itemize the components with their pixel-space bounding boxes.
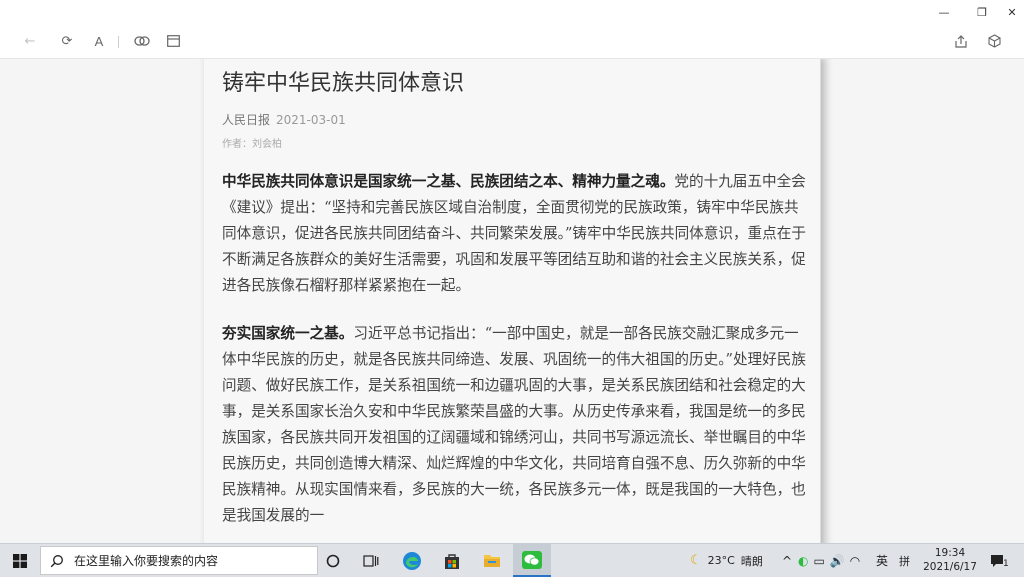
ime-mode[interactable]: 拼 <box>899 544 910 577</box>
folder-icon <box>484 555 500 567</box>
clock-time: 19:34 <box>934 547 966 559</box>
share-icon-glyph <box>955 34 967 48</box>
article-title: 铸牢中华民族共同体意识 <box>222 71 465 96</box>
store-bag-icon <box>445 553 459 569</box>
article-page: 铸牢中华民族共同体意识 人民日报 2021-03-01 作者：刘会柏 中华民族共同… <box>204 59 821 543</box>
restore-button[interactable]: ❐ <box>966 0 998 24</box>
edge-browser-icon[interactable] <box>393 544 431 577</box>
title-bar: — ❐ ✕ <box>0 0 1024 24</box>
article-date: 2021-03-01 <box>276 113 346 127</box>
cortana-circle-icon <box>326 554 340 567</box>
close-button[interactable]: ✕ <box>996 0 1024 24</box>
minimize-button[interactable]: — <box>928 0 960 24</box>
search-icon <box>50 554 63 567</box>
layout-icon-glyph <box>166 35 180 47</box>
multitask-icon[interactable] <box>352 544 390 577</box>
paragraph-2-body: 习近平总书记指出：“一部中国史，就是一部各民族交融汇聚成多元一体中华民族的历史，… <box>222 325 806 524</box>
paragraph-1-lead: 中华民族共同体意识是国家统一之基、民族团结之本、精神力量之魂。 <box>222 173 675 190</box>
reader-content[interactable]: 铸牢中华民族共同体意识 人民日报 2021-03-01 作者：刘会柏 中华民族共同… <box>0 59 1024 543</box>
notification-center-button[interactable]: 1 <box>990 544 1009 577</box>
link-icon[interactable] <box>132 31 152 51</box>
tray-overflow-icon[interactable]: ^ <box>782 544 792 577</box>
notification-count: 1 <box>1003 558 1009 569</box>
cube-icon[interactable] <box>984 31 1004 51</box>
store-icon[interactable] <box>433 544 471 577</box>
font-icon[interactable]: A <box>89 31 109 51</box>
paragraph-1-body: 党的十九届五中全会《建议》提出：“坚持和完善民族区域自治制度，全面贯彻党的民族政… <box>222 173 806 294</box>
start-button[interactable] <box>0 544 40 577</box>
article-source: 人民日报 <box>222 113 271 127</box>
task-view-glyph <box>363 554 379 567</box>
layout-icon[interactable] <box>163 31 183 51</box>
windows-logo-icon <box>13 553 27 568</box>
weather-desc: 晴朗 <box>740 554 763 568</box>
reader-toolbar: ← ⟳ A <box>0 24 1024 59</box>
battery-icon[interactable]: ▭ <box>813 554 824 568</box>
network-icon[interactable]: ◠ <box>850 554 860 568</box>
search-placeholder: 在这里输入你要搜索的内容 <box>74 554 219 568</box>
volume-icon[interactable]: 🔊 <box>830 554 845 568</box>
weather-temp: 23°C <box>707 554 735 567</box>
cube-icon-glyph <box>987 34 1001 48</box>
system-clock[interactable]: 19:34 2021/6/17 <box>920 546 980 574</box>
taskbar: 在这里输入你要搜索的内容 ☾ 23°C 晴朗 ^ ◐ ▭ 🔊 ◠ 英 拼 19:… <box>0 543 1024 577</box>
moon-icon: ☾ <box>690 553 702 568</box>
link-icon-glyph <box>134 36 150 46</box>
weather-widget[interactable]: ☾ 23°C 晴朗 <box>690 544 763 577</box>
back-icon[interactable]: ← <box>20 31 40 51</box>
wechat-tray-icon[interactable]: ◐ <box>798 554 808 568</box>
article-author: 作者：刘会柏 <box>222 139 282 150</box>
refresh-icon[interactable]: ⟳ <box>57 31 77 51</box>
article-meta: 人民日报 2021-03-01 <box>222 111 346 128</box>
clock-date: 2021/6/17 <box>923 561 977 573</box>
ime-language[interactable]: 英 <box>876 544 888 577</box>
share-icon[interactable] <box>951 31 971 51</box>
article-paragraph-2: 夯实国家统一之基。习近平总书记指出：“一部中国史，就是一部各民族交融汇聚成多元一… <box>222 321 806 529</box>
article-paragraph-1: 中华民族共同体意识是国家统一之基、民族团结之本、精神力量之魂。党的十九届五中全会… <box>222 169 806 299</box>
paragraph-2-lead: 夯实国家统一之基。 <box>222 325 354 342</box>
wechat-taskbar-button[interactable] <box>513 544 551 577</box>
edge-icon <box>403 551 421 570</box>
toolbar-divider <box>118 36 119 48</box>
tray-icons: ◐ ▭ 🔊 ◠ <box>798 544 860 577</box>
taskbar-search-box[interactable]: 在这里输入你要搜索的内容 <box>40 546 318 575</box>
file-explorer-icon[interactable] <box>473 544 511 577</box>
wechat-icon <box>522 550 542 569</box>
task-view-icon[interactable] <box>314 544 352 577</box>
